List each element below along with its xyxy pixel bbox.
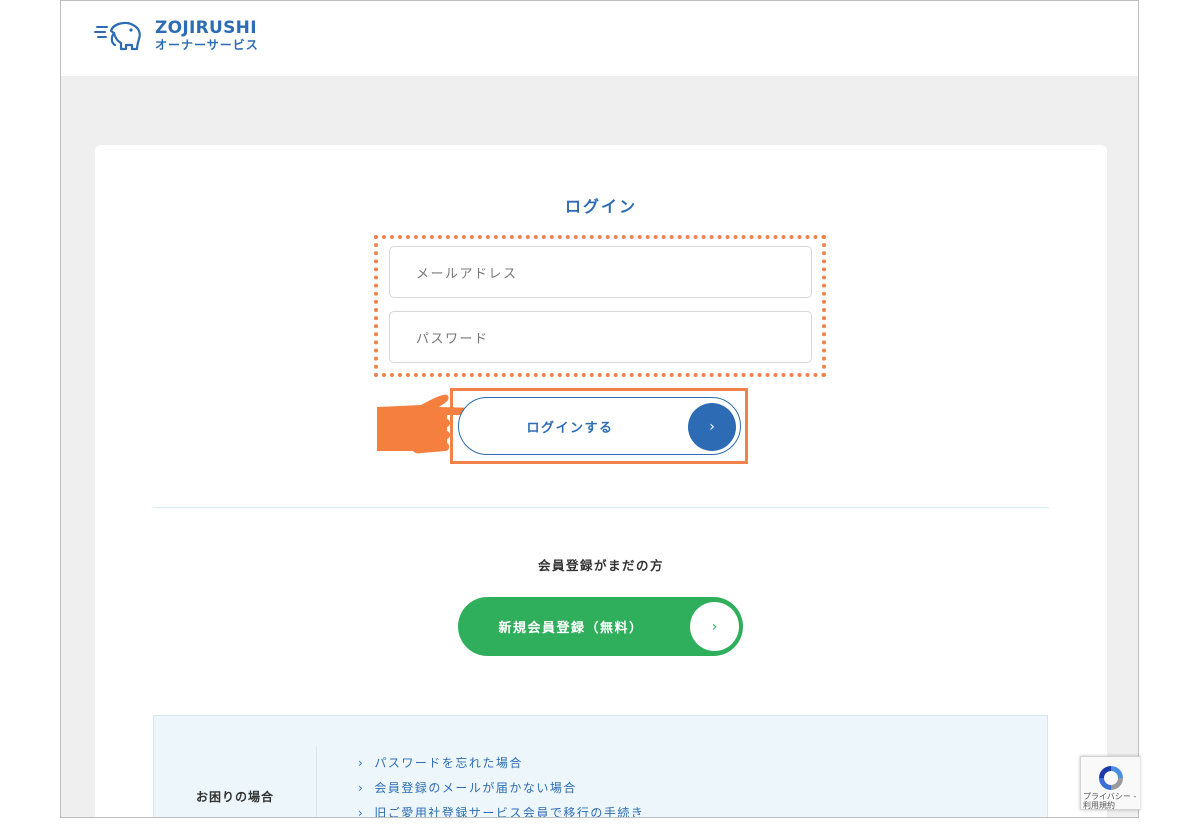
recaptcha-badge[interactable]: プライバシー - 利用規約 xyxy=(1080,756,1140,810)
recaptcha-icon xyxy=(1099,766,1123,790)
chevron-right-icon: › xyxy=(690,602,739,651)
password-placeholder: パスワード xyxy=(416,331,489,347)
brand-name: ZOJIRUSHI xyxy=(155,18,257,39)
help-separator xyxy=(316,746,317,817)
forgot-password-link[interactable]: › パスワードを忘れた場合 xyxy=(358,750,644,775)
help-links: › パスワードを忘れた場合 › 会員登録のメールが届かない場合 › 旧ご愛用社登… xyxy=(358,750,644,818)
login-card: ログイン メールアドレス パスワード ログインする › 会員登録がまだの方 新規… xyxy=(95,145,1107,818)
help-link-label: 会員登録のメールが届かない場合 xyxy=(374,781,577,795)
recaptcha-terms-link[interactable]: 利用規約 xyxy=(1083,801,1115,810)
register-button-label: 新規会員登録（無料） xyxy=(498,621,644,636)
elephant-logo-icon xyxy=(94,21,141,51)
site-header: ZOJIRUSHI オーナーサービス xyxy=(61,0,1138,76)
help-link-label: 旧ご愛用社登録サービス会員で移行の手続き xyxy=(374,806,645,818)
registration-email-link[interactable]: › 会員登録のメールが届かない場合 xyxy=(358,775,644,800)
email-placeholder: メールアドレス xyxy=(416,266,518,282)
register-button[interactable]: 新規会員登録（無料） › xyxy=(458,597,743,656)
page-frame: ZOJIRUSHI オーナーサービス ログイン メールアドレス パスワード ログ… xyxy=(60,0,1139,818)
help-link-label: パスワードを忘れた場合 xyxy=(374,756,523,770)
migration-procedure-link[interactable]: › 旧ご愛用社登録サービス会員で移行の手続き xyxy=(358,800,644,818)
login-button[interactable]: ログインする › xyxy=(458,397,741,455)
section-divider xyxy=(153,507,1049,508)
brand-subtitle: オーナーサービス xyxy=(155,37,259,52)
chevron-right-icon: › xyxy=(688,403,736,451)
help-label: お困りの場合 xyxy=(196,790,275,804)
recaptcha-privacy-link[interactable]: プライバシー xyxy=(1083,792,1131,801)
password-field[interactable]: パスワード xyxy=(389,311,812,363)
help-panel: お困りの場合 › パスワードを忘れた場合 › 会員登録のメールが届かない場合 ›… xyxy=(153,715,1048,818)
register-heading: 会員登録がまだの方 xyxy=(537,558,664,573)
site-logo[interactable]: ZOJIRUSHI オーナーサービス xyxy=(93,19,259,53)
recaptcha-links: プライバシー - 利用規約 xyxy=(1083,792,1137,810)
chevron-right-icon: › xyxy=(358,805,365,818)
chevron-right-icon: › xyxy=(358,755,365,770)
login-title: ログイン xyxy=(564,197,637,216)
login-button-label: ログインする xyxy=(526,420,614,436)
chevron-right-icon: › xyxy=(358,780,365,795)
email-field[interactable]: メールアドレス xyxy=(389,246,812,298)
